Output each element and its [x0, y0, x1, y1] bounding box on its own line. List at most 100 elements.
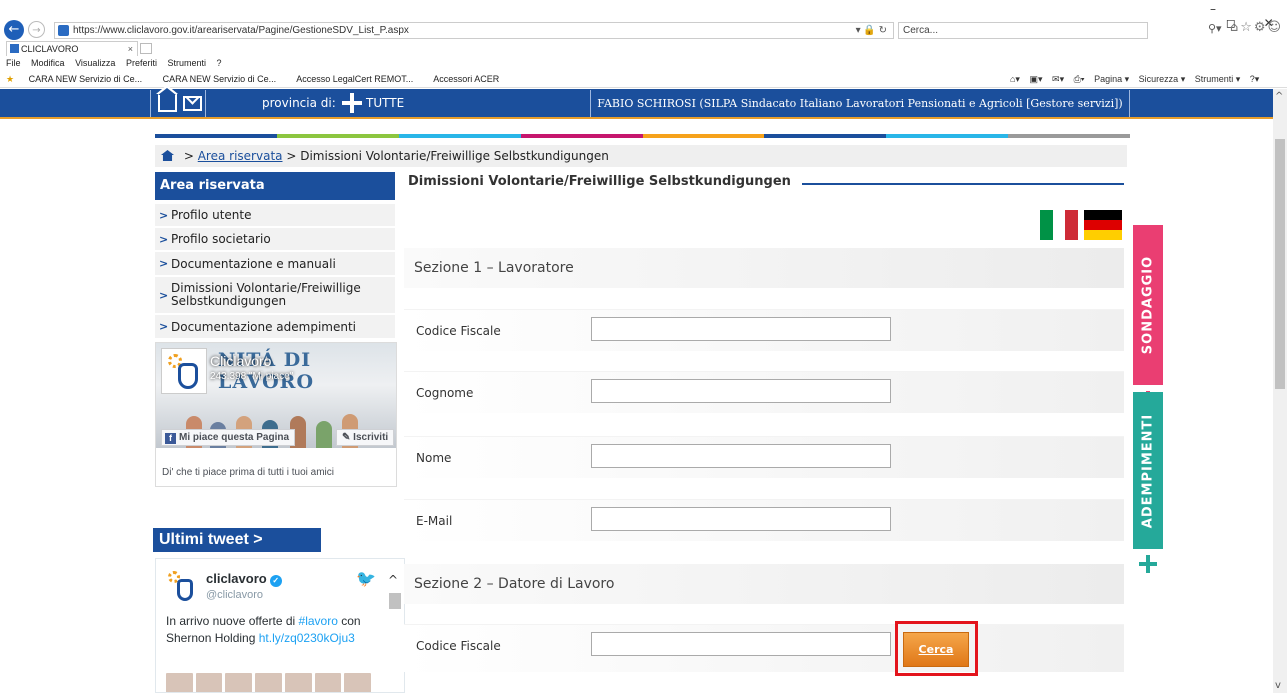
browser-search-input[interactable]: Cerca... — [898, 22, 1148, 39]
menu-file[interactable]: File — [6, 58, 21, 68]
command-bar: ⌂▾ ▣▾ ✉▾ ⎙▾ Pagina ▾ Sicurezza ▾ Strumen… — [1010, 74, 1266, 85]
plus-icon[interactable] — [342, 93, 362, 113]
facebook-friends-text: Di' che ti piace prima di tutti i tuoi a… — [162, 467, 334, 478]
menu-help[interactable]: ? — [217, 58, 222, 68]
like-button-label: Mi piace questa Pagina — [179, 432, 290, 443]
form-row-datore-codice-fiscale: Codice Fiscale — [404, 624, 1124, 672]
favorites-star-icon[interactable]: ★ — [6, 74, 14, 84]
back-arrow-icon[interactable]: ← — [4, 20, 24, 40]
chevron-up-icon[interactable]: ^ — [388, 573, 402, 587]
sidebar-item-documentazione-adempimenti[interactable]: > Documentazione adempimenti — [155, 315, 395, 339]
datore-codice-fiscale-input[interactable] — [591, 632, 891, 656]
cerca-button[interactable]: Cerca — [903, 632, 969, 667]
cmd-strumenti[interactable]: Strumenti ▾ — [1195, 74, 1241, 84]
breadcrumb-sep: > — [183, 149, 194, 163]
compliance-tab-label: ADEMPIMENTI — [1140, 413, 1156, 528]
breadcrumb-link-area-riservata[interactable]: Area riservata — [198, 149, 283, 163]
home-icon[interactable] — [156, 85, 178, 112]
page-title: Dimissioni Volontarie/Freiwillige Selbst… — [408, 174, 791, 189]
search-placeholder: Cerca... — [903, 25, 939, 36]
browser-tab[interactable]: CLICLAVORO × — [6, 41, 138, 56]
home-cmd-icon[interactable]: ⌂▾ — [1010, 74, 1020, 84]
menu-strumenti[interactable]: Strumenti — [167, 58, 206, 68]
tweet-images[interactable] — [166, 673, 372, 692]
help-cmd-icon[interactable]: ?▾ — [1250, 74, 1260, 84]
mail-icon[interactable] — [183, 96, 202, 111]
facebook-like-button[interactable]: f Mi piace questa Pagina — [161, 429, 296, 446]
tweet-author[interactable]: cliclavoro ✓ — [206, 571, 282, 587]
cmd-pagina[interactable]: Pagina ▾ — [1094, 74, 1129, 84]
favorite-link[interactable]: CARA NEW Servizio di Ce... — [29, 74, 143, 84]
sidebar-title: Area riservata — [155, 172, 395, 200]
chevron-right-icon: > — [159, 289, 169, 302]
facebook-widget: NITÁ DI LAVORO Cliclavoro 243.398 "Mi pi… — [155, 342, 397, 487]
page-scrollbar[interactable]: ^ v — [1273, 89, 1287, 693]
nome-input[interactable] — [591, 444, 891, 468]
chevron-right-icon: > — [159, 320, 169, 333]
form-row-cognome: Cognome — [404, 371, 1124, 413]
browser-chrome: – ◻ ✕ ← → https://www.cliclavoro.gov.it/… — [0, 0, 1287, 88]
sidebar-item-label: Profilo utente — [171, 208, 252, 222]
sidebar-item-documentazione-manuali[interactable]: > Documentazione e manuali — [155, 252, 395, 276]
menu-visualizza[interactable]: Visualizza — [75, 58, 115, 68]
flag-italian-icon[interactable] — [1040, 210, 1079, 240]
survey-tab[interactable]: SONDAGGIO — [1133, 225, 1163, 385]
menu-modifica[interactable]: Modifica — [31, 58, 65, 68]
search-icon[interactable]: ⚲▾ — [1208, 22, 1222, 35]
favorite-link[interactable]: Accessori ACER — [433, 74, 499, 84]
page-scroll-thumb[interactable] — [1275, 139, 1285, 389]
provincia-label: provincia di: — [262, 96, 336, 110]
form-row-codice-fiscale: Codice Fiscale — [404, 309, 1124, 351]
site-header: provincia di: TUTTE FABIO SCHIROSI (SILP… — [0, 85, 1280, 119]
provincia-value[interactable]: TUTTE — [366, 96, 404, 110]
forward-arrow-icon[interactable]: → — [28, 21, 45, 38]
label-codice-fiscale: Codice Fiscale — [416, 324, 501, 338]
breadcrumb: > Area riservata > Dimissioni Volontarie… — [155, 145, 1127, 167]
tweet-link[interactable]: ht.ly/zq0230kOju3 — [259, 631, 355, 645]
chevron-right-icon: > — [159, 233, 169, 246]
tweet-text: In arrivo nuove offerte di #lavoro con S… — [166, 614, 361, 645]
codice-fiscale-input[interactable] — [591, 317, 891, 341]
address-bar[interactable]: https://www.cliclavoro.gov.it/areariserv… — [54, 22, 894, 39]
cliclavoro-avatar-icon[interactable] — [164, 569, 200, 605]
sidebar-item-profilo-utente[interactable]: > Profilo utente — [155, 204, 395, 227]
facebook-f-icon: f — [165, 433, 176, 444]
user-info: FABIO SCHIROSI (SILPA Sindacato Italiano… — [590, 90, 1130, 117]
sidebar-item-profilo-societario[interactable]: > Profilo societario — [155, 228, 395, 251]
flag-german-icon[interactable] — [1084, 210, 1122, 240]
chevron-right-icon: > — [159, 209, 169, 222]
refresh-lock-icon[interactable]: ▾ 🔒 ↻ — [856, 23, 887, 38]
favorite-link[interactable]: CARA NEW Servizio di Ce... — [163, 74, 277, 84]
favorite-link[interactable]: Accesso LegalCert REMOT... — [296, 74, 413, 84]
tweet-hashtag[interactable]: #lavoro — [299, 614, 338, 628]
breadcrumb-home-icon[interactable] — [161, 150, 174, 161]
facebook-likes: 243.398 "Mi piace" — [210, 371, 294, 382]
email-input[interactable] — [591, 507, 891, 531]
toolbar-icons[interactable]: ⌂☆⚙☺ — [1230, 20, 1283, 35]
menu-bar: File Modifica Visualizza Preferiti Strum… — [6, 58, 230, 68]
menu-preferiti[interactable]: Preferiti — [126, 58, 157, 68]
tweet-handle[interactable]: @cliclavoro — [206, 589, 263, 601]
sidebar-item-label: Documentazione e manuali — [171, 257, 336, 271]
cliclavoro-logo-icon[interactable] — [161, 348, 207, 394]
pencil-icon: ✎ — [342, 432, 354, 443]
cognome-input[interactable] — [591, 379, 891, 403]
feeds-cmd-icon[interactable]: ▣▾ — [1029, 74, 1042, 84]
scroll-up-icon[interactable]: ^ — [1275, 91, 1283, 102]
cmd-sicurezza[interactable]: Sicurezza ▾ — [1139, 74, 1186, 84]
compliance-plus-icon[interactable] — [1133, 549, 1163, 579]
tweet-scrollbar[interactable]: ^ — [388, 573, 402, 692]
tab-close-icon[interactable]: × — [128, 42, 133, 56]
twitter-bird-icon: 🐦 — [356, 569, 376, 588]
facebook-subscribe-button[interactable]: ✎ Iscriviti — [336, 429, 395, 446]
print-cmd-icon[interactable]: ⎙▾ — [1074, 74, 1085, 84]
facebook-page-name[interactable]: Cliclavoro — [210, 353, 271, 369]
mail-cmd-icon[interactable]: ✉▾ — [1052, 74, 1064, 84]
compliance-tab[interactable]: ADEMPIMENTI — [1133, 392, 1163, 549]
scroll-thumb[interactable] — [389, 593, 401, 609]
tweet-author-name: cliclavoro — [206, 571, 267, 586]
tweets-title[interactable]: Ultimi tweet > — [153, 528, 321, 552]
scroll-down-icon[interactable]: v — [1275, 680, 1281, 691]
sidebar-item-dimissioni[interactable]: > Dimissioni Volontarie/Freiwillige Selb… — [155, 277, 395, 314]
new-tab-button[interactable] — [140, 43, 152, 54]
